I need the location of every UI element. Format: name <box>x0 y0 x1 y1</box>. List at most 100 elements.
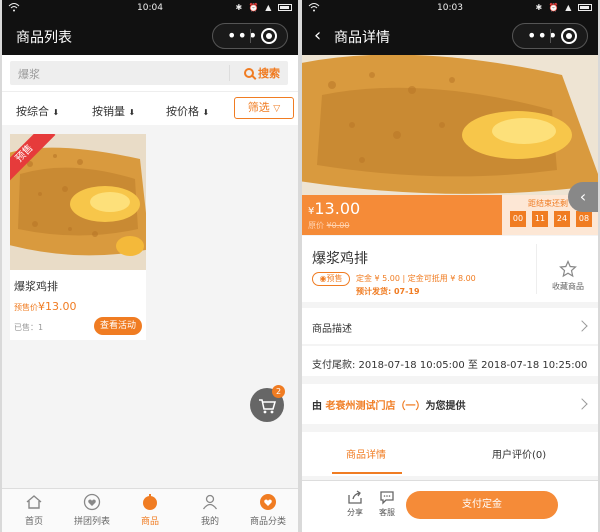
status-icons: ✱ ⏰ ▲ <box>536 3 592 12</box>
heart-icon <box>83 493 101 511</box>
tab-home[interactable]: 首页 <box>4 493 64 527</box>
search-placeholder: 爆浆 <box>18 68 40 81</box>
deposit-info: 定金 ¥ 5.00 | 定金可抵用 ¥ 8.00 <box>356 274 476 283</box>
countdown-days: 00 <box>510 211 526 227</box>
sort-arrow-icon: ⬇ <box>128 108 136 117</box>
current-price-value: 13.00 <box>314 199 361 218</box>
tab-group-list[interactable]: 拼团列表 <box>62 493 122 527</box>
product-detail-screen: 10:03 ✱ ⏰ ▲ ‹ 商品详情 ••• ¥13.00 原价 ¥0.00 距… <box>302 0 598 532</box>
search-button[interactable]: 搜索 <box>244 65 280 81</box>
chevron-left-icon: ‹ <box>579 187 587 206</box>
final-payment-period: 支付尾款: 2018-07-18 10:05:00 至 2018-07-18 1… <box>312 360 588 371</box>
more-icon[interactable]: ••• <box>527 28 558 44</box>
favorite-button[interactable]: 收藏商品 <box>540 260 596 292</box>
share-button[interactable]: 分享 <box>340 489 370 518</box>
product-name: 爆浆鸡排 <box>14 280 58 293</box>
mini-program-capsule: ••• <box>512 23 588 49</box>
product-description-row[interactable]: 商品描述 <box>302 308 598 344</box>
nav-bar: ‹ 商品详情 ••• <box>302 17 598 55</box>
countdown-label: 距结束还剩 <box>528 199 568 208</box>
back-arrow-icon[interactable]: ‹ <box>314 25 321 46</box>
final-payment-row: 支付尾款: 2018-07-18 10:05:00 至 2018-07-18 1… <box>302 346 598 376</box>
filter-button[interactable]: 筛选 ▽ <box>234 97 294 119</box>
mini-program-capsule: ••• <box>212 23 288 49</box>
store-name: 老衰州测试门店（一） <box>325 401 426 412</box>
sold-count: 已售：1 <box>14 323 44 332</box>
chat-icon <box>380 491 394 505</box>
countdown-minutes: 24 <box>554 211 570 227</box>
filter-label: 筛选 <box>247 101 270 114</box>
product-name: 爆浆鸡排 <box>312 251 368 267</box>
tab-user-reviews[interactable]: 用户评价(0) <box>492 446 546 461</box>
cart-badge: 2 <box>272 385 285 398</box>
sort-price-label: 按价格 <box>166 105 199 118</box>
capsule-divider <box>550 29 551 43</box>
sort-arrow-icon: ⬇ <box>52 108 60 117</box>
presale-price-label: 预售价 <box>14 303 38 312</box>
tab-mine[interactable]: 我的 <box>180 493 240 527</box>
chevron-right-icon <box>576 398 588 410</box>
tab-products[interactable]: 商品 <box>120 493 180 527</box>
store-suffix: 为您提供 <box>425 401 466 412</box>
search-icon <box>244 68 254 78</box>
status-icons: ✱ ⏰ ▲ <box>236 3 292 12</box>
product-card[interactable]: 预售 爆浆鸡排 预售价¥13.00 已售：1 查看活动 <box>10 134 146 340</box>
star-icon <box>559 260 577 278</box>
product-info: 爆浆鸡排 ◉预售 定金 ¥ 5.00 | 定金可抵用 ¥ 8.00 预计发货: … <box>302 236 598 302</box>
store-prefix: 由 <box>312 401 326 412</box>
sort-sales[interactable]: 按销量 ⬇ <box>92 103 135 119</box>
tab-products-label: 商品 <box>140 517 159 527</box>
product-price: 预售价¥13.00 <box>14 300 77 313</box>
tab-home-label: 首页 <box>24 517 43 527</box>
view-activity-button[interactable]: 查看活动 <box>94 317 142 335</box>
detail-tabs: 商品详情 用户评价(0) <box>302 432 598 476</box>
store-provider: 由 老衰州测试门店（一）为您提供 <box>312 397 465 412</box>
presale-price-value: ¥13.00 <box>38 300 77 313</box>
battery-icon <box>278 4 292 11</box>
original-price-label: 原价 <box>308 221 324 230</box>
sort-arrow-icon: ⬇ <box>202 108 210 117</box>
search-input[interactable]: 爆浆 搜索 <box>10 61 288 85</box>
filter-icon: ▽ <box>273 104 281 114</box>
active-tab-indicator <box>332 472 402 474</box>
side-collapse-handle[interactable]: ‹ <box>568 182 598 212</box>
presale-tag: ◉预售 <box>312 272 350 286</box>
category-icon <box>260 494 276 510</box>
tab-group-list-label: 拼团列表 <box>73 517 110 527</box>
tab-mine-label: 我的 <box>200 517 219 527</box>
search-row: 爆浆 搜索 <box>2 55 298 91</box>
status-bar: 10:04 ✱ ⏰ ▲ <box>2 0 298 17</box>
tab-product-detail[interactable]: 商品详情 <box>346 446 386 461</box>
store-row[interactable]: 由 老衰州测试门店（一）为您提供 <box>302 384 598 424</box>
close-miniprogram-icon[interactable] <box>261 28 277 44</box>
original-price-value: ¥0.00 <box>326 221 350 230</box>
product-icon <box>143 494 157 510</box>
more-icon[interactable]: ••• <box>227 28 258 44</box>
share-label: 分享 <box>347 508 363 517</box>
capsule-divider <box>250 29 251 43</box>
tab-bar: 首页 拼团列表 商品 我的 商品分类 <box>2 488 298 532</box>
pay-deposit-button[interactable]: 支付定金 <box>406 491 558 519</box>
sort-price[interactable]: 按价格 ⬇ <box>166 103 209 119</box>
shipping-date: 预计发货: 07-19 <box>356 287 420 296</box>
customer-service-button[interactable]: 客服 <box>372 489 402 518</box>
search-button-label: 搜索 <box>258 67 280 80</box>
chicken-cutlet-image <box>302 55 598 195</box>
current-price: ¥13.00 <box>308 199 360 218</box>
page-title: 商品列表 <box>16 30 72 46</box>
search-divider <box>229 65 230 81</box>
sort-overall[interactable]: 按综合 ⬇ <box>16 103 59 119</box>
tab-category-label: 商品分类 <box>249 517 286 527</box>
cart-button[interactable]: 2 <box>250 385 285 422</box>
close-miniprogram-icon[interactable] <box>561 28 577 44</box>
chevron-right-icon <box>576 320 588 332</box>
sort-bar: 按综合 ⬇ 按销量 ⬇ 按价格 ⬇ 筛选 ▽ <box>2 91 298 125</box>
favorite-label: 收藏商品 <box>552 282 584 291</box>
product-image[interactable]: 预售 <box>10 134 146 270</box>
tab-category[interactable]: 商品分类 <box>238 493 298 527</box>
sort-sales-label: 按销量 <box>92 105 125 118</box>
product-list-screen: 10:04 ✱ ⏰ ▲ 商品列表 ••• 爆浆 搜索 按综合 ⬇ 按销量 ⬇ 按… <box>2 0 298 532</box>
share-icon <box>348 490 362 504</box>
home-icon <box>26 495 42 509</box>
product-description-label: 商品描述 <box>312 324 352 335</box>
